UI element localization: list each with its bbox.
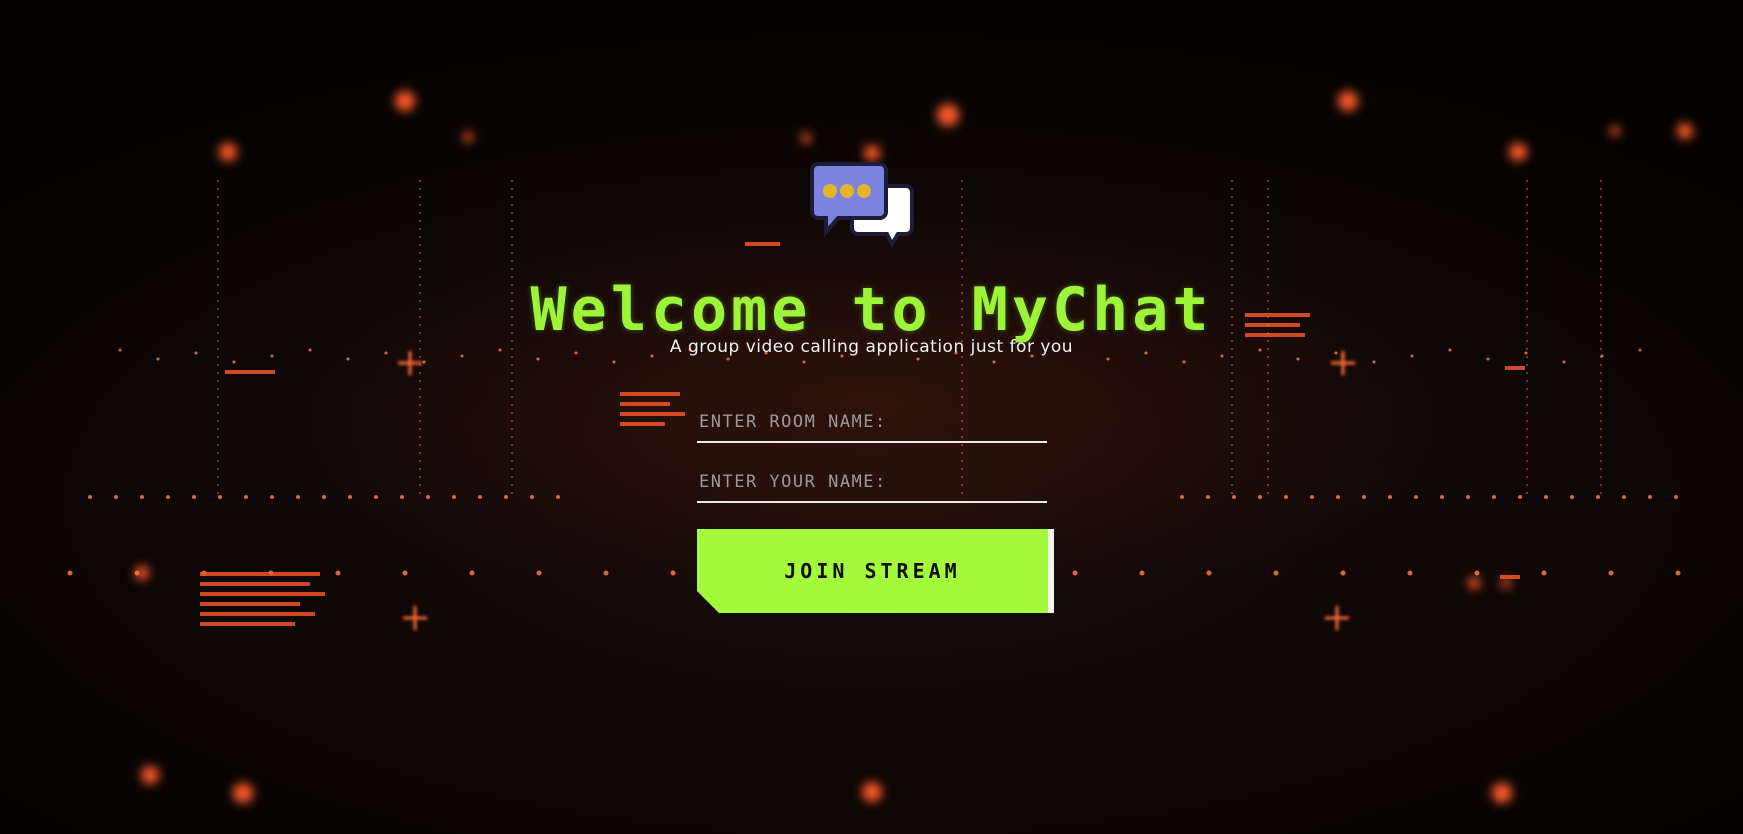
chat-bubbles-icon	[810, 162, 914, 249]
lobby-screen: Welcome to MyChat A group video calling …	[0, 0, 1743, 834]
room-name-input[interactable]	[697, 403, 1047, 443]
join-stream-button[interactable]: JOIN STREAM	[697, 529, 1054, 613]
page-title: Welcome to MyChat	[530, 275, 1213, 345]
user-name-input[interactable]	[697, 463, 1047, 503]
login-panel: Welcome to MyChat A group video calling …	[0, 0, 1743, 834]
page-subtitle: A group video calling application just f…	[669, 337, 1074, 357]
